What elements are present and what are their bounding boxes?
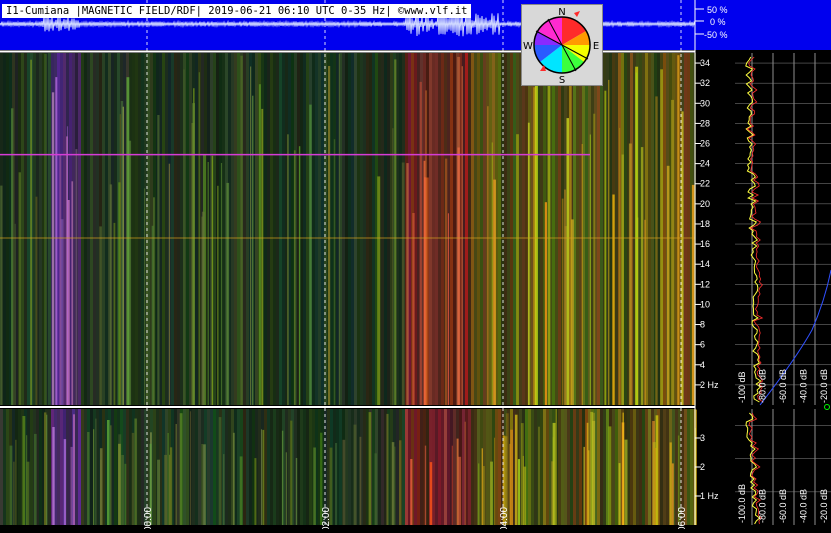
spectrum-upper: -100 dB -80.0 dB -60.0 dB -40.0 dB -20.0 dB — [735, 53, 831, 406]
y-tick-label: 2 Hz — [700, 380, 719, 390]
spectrogram-upper: 2 Hz 4 6 8 10 12 14 16 18 20 22 24 26 28 30 32 34 — [0, 53, 719, 406]
spectrum-x-label: -40.0 dB — [799, 369, 809, 403]
y-tick-label: 20 — [700, 199, 710, 209]
x-tick-label: 04:00 — [499, 507, 510, 529]
compass-north: N — [558, 7, 565, 18]
y-tick-label: 14 — [700, 259, 710, 269]
y-tick-label: 26 — [700, 139, 710, 149]
spectrum-x-label: -60.0 dB — [778, 489, 788, 523]
percent-label-top: 50 % — [707, 5, 728, 15]
spectrogram-lower: 1 Hz 2 3 — [0, 409, 719, 525]
spectrum-x-label: -20.0 dB — [819, 369, 829, 403]
x-tick-label: 00:00 — [143, 507, 154, 529]
y-tick-label: 4 — [700, 360, 705, 370]
compass-south: S — [559, 75, 565, 85]
y-tick-label: 1 Hz — [700, 491, 719, 501]
compass-west: W — [523, 41, 533, 52]
spectrum-marker — [824, 404, 830, 410]
compass-rose: N S E W — [521, 4, 603, 86]
percent-label-bottom: -50 % — [704, 30, 728, 40]
y-tick-label: 24 — [700, 159, 710, 169]
y-tick-label: 12 — [700, 279, 710, 289]
spectrum-x-label: -100.0 dB — [737, 484, 747, 523]
y-tick-label: 8 — [700, 320, 705, 330]
x-tick-label: 06:00 — [677, 507, 688, 529]
spectrum-x-label: -100 dB — [737, 371, 747, 403]
spectrum-x-label: -80.0 dB — [758, 369, 768, 403]
y-tick-label: 28 — [700, 118, 710, 128]
percent-label-mid: 0 % — [710, 17, 726, 27]
y-tick-label: 6 — [700, 340, 705, 350]
spectrogram-upper-signal — [0, 53, 696, 406]
y-tick-label: 18 — [700, 219, 710, 229]
spectrum-x-label: -80.0 dB — [758, 489, 768, 523]
spectrogram-lower-signal — [0, 409, 697, 525]
compass-east: E — [593, 41, 599, 52]
y-tick-label: 34 — [700, 58, 710, 68]
spectrum-x-label: -40.0 dB — [799, 489, 809, 523]
spectrogram-chart: 2 Hz 4 6 8 10 12 14 16 18 20 22 24 26 28 30 32 34 1 Hz 2 3 0… — [0, 0, 831, 532]
chart-title: I1-Cumiana |MAGNETIC FIELD/RDF| 2019-06-… — [2, 4, 472, 18]
y-tick-label: 16 — [700, 239, 710, 249]
spectrum-lower: -100.0 dB -80.0 dB -60.0 dB -40.0 dB -20.0 d… — [735, 409, 831, 525]
spectrum-x-label: -20.0 dB — [819, 489, 829, 523]
spectrum-x-label: -60.0 dB — [778, 369, 788, 403]
spectrum-upper-background — [735, 53, 831, 405]
compass-wheel-icon: N S E W — [523, 7, 599, 86]
y-tick-label: 30 — [700, 98, 710, 108]
monitor-display: 2 Hz 4 6 8 10 12 14 16 18 20 22 24 26 28 30 32 34 1 Hz 2 3 0… — [0, 0, 831, 532]
y-tick-label: 2 — [700, 462, 705, 472]
y-tick-label: 10 — [700, 299, 710, 309]
y-tick-label: 22 — [700, 179, 710, 189]
y-tick-label: 32 — [700, 78, 710, 88]
y-tick-label: 3 — [700, 433, 705, 443]
x-tick-label: 02:00 — [321, 507, 332, 529]
